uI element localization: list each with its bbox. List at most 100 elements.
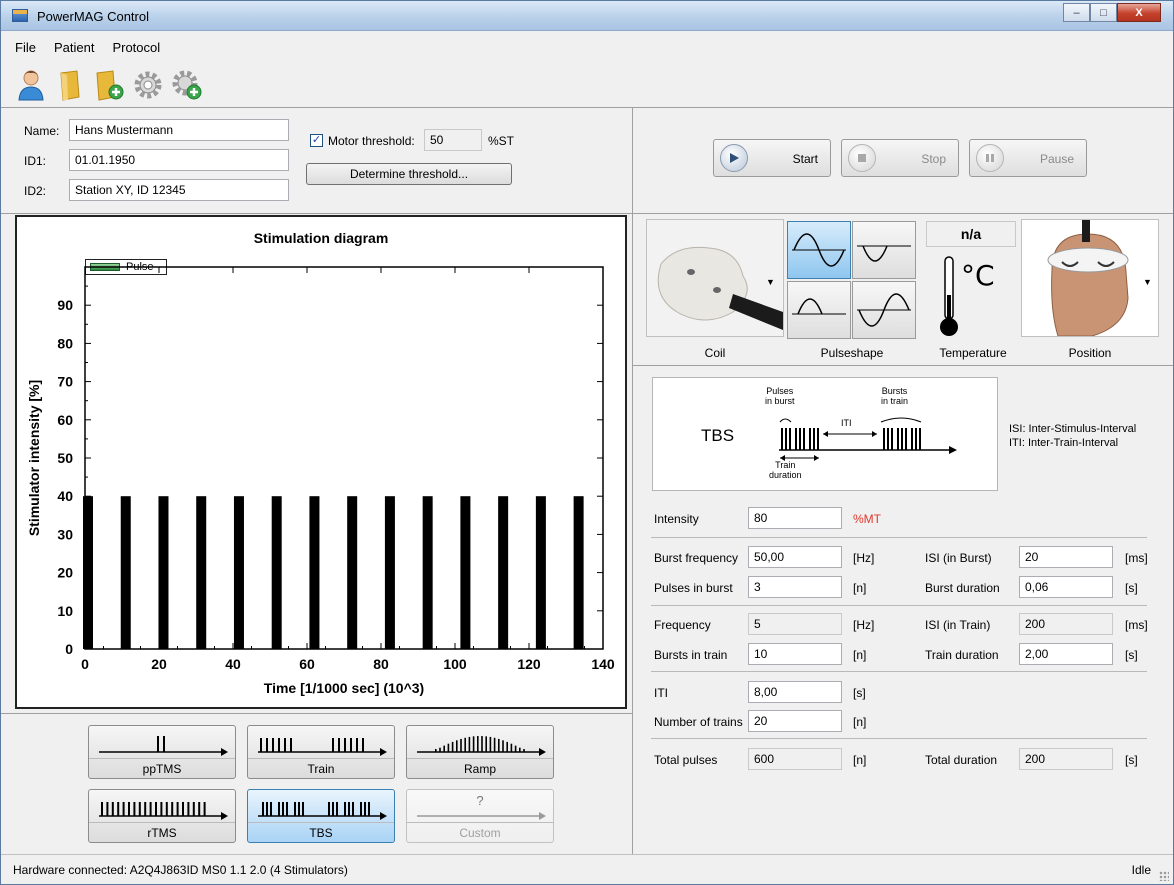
status-state: Idle [1131, 863, 1151, 877]
mode-custom-button[interactable]: ? Custom [406, 789, 554, 843]
pulseshape-positive-button[interactable] [787, 281, 851, 339]
open-folder-icon[interactable] [52, 67, 88, 103]
coil-image[interactable] [646, 219, 784, 337]
close-button[interactable]: X [1117, 3, 1161, 22]
pulse-bar [573, 496, 584, 649]
maximize-button[interactable]: □ [1090, 3, 1117, 22]
rtms-pulse [122, 802, 125, 816]
pulseshape-label: Pulseshape [820, 346, 884, 360]
rtms-pulse [187, 802, 190, 816]
y-tick-label: 70 [57, 374, 73, 390]
motor-threshold-field[interactable]: 50 [424, 129, 482, 151]
pulse-bar [535, 496, 546, 649]
train-duration-param-label: Train duration [925, 648, 999, 662]
iti-param-label: ITI [654, 686, 668, 700]
burst-duration-label: Burst duration [925, 581, 1000, 595]
pulseshape-negative-button[interactable] [852, 221, 916, 279]
burst-frequency-unit: [Hz] [853, 551, 875, 565]
menu-patient[interactable]: Patient [54, 40, 94, 55]
pulseshape-biphasic-button[interactable] [787, 221, 851, 279]
y-tick-label: 10 [57, 603, 73, 619]
mode-train-button[interactable]: Train [247, 725, 395, 779]
position-image[interactable] [1021, 219, 1159, 337]
isi-train-label: ISI (in Train) [925, 618, 991, 632]
mode-tbs-button[interactable]: TBS [247, 789, 395, 843]
patient-icon[interactable] [13, 67, 49, 103]
total-pulses-unit: [n] [853, 753, 867, 767]
pause-icon [976, 144, 1004, 172]
position-dropdown-icon[interactable]: ▼ [1143, 277, 1152, 287]
ramp-pulse [460, 738, 462, 752]
intensity-field[interactable]: 80 [748, 507, 842, 529]
play-icon [720, 144, 748, 172]
mode-pptms-button[interactable]: ppTMS [88, 725, 236, 779]
start-button[interactable]: Start [713, 139, 831, 177]
pptms-graphic [99, 736, 228, 756]
mode-ramp-button[interactable]: Ramp [406, 725, 554, 779]
total-pulses-field[interactable]: 600 [748, 748, 842, 770]
custom-question-icon: ? [476, 793, 484, 808]
train-duration-field[interactable]: 2,00 [1019, 643, 1113, 665]
new-folder-icon[interactable] [91, 67, 127, 103]
pulse-bar [120, 496, 131, 649]
train-graphic [258, 738, 387, 756]
train-duration-unit: [s] [1125, 648, 1138, 662]
number-of-trains-field[interactable]: 20 [748, 710, 842, 732]
ramp-pulse [493, 737, 496, 752]
determine-threshold-button[interactable]: Determine threshold... [306, 163, 512, 185]
isi-burst-unit: [ms] [1125, 551, 1148, 565]
app-icon [12, 9, 28, 22]
frequency-field[interactable]: 5 [748, 613, 842, 635]
rtms-pulse [111, 802, 114, 816]
minimize-button[interactable]: – [1063, 3, 1090, 22]
y-tick-label: 80 [57, 335, 73, 351]
pulse-bar [196, 496, 207, 649]
name-field[interactable]: Hans Mustermann [69, 119, 289, 141]
motor-threshold-checkbox[interactable]: ✓ [310, 134, 323, 147]
stop-button[interactable]: Stop [841, 139, 959, 177]
pulse-bar [384, 496, 395, 649]
bursts-in-train-unit: [n] [853, 648, 867, 662]
pulseshape-inverted-biphasic-button[interactable] [852, 281, 916, 339]
bursts-in-train-field[interactable]: 10 [748, 643, 842, 665]
add-gear-icon[interactable] [169, 67, 205, 103]
pulses-in-burst-unit: [n] [853, 581, 867, 595]
mode-panel: ppTMS Train Ramp rTMS TBS ? Custom [85, 723, 555, 847]
x-tick-label: 80 [373, 656, 389, 672]
title-bar: PowerMAG Control – □ X [1, 1, 1173, 31]
rtms-pulse [117, 802, 120, 816]
ramp-pulse [514, 745, 517, 752]
pause-button[interactable]: Pause [969, 139, 1087, 177]
ramp-pulse [472, 736, 475, 752]
isi-burst-field[interactable]: 20 [1019, 546, 1113, 568]
total-pulses-label: Total pulses [654, 753, 718, 767]
menu-file[interactable]: File [15, 40, 36, 55]
pulses-in-burst-field[interactable]: 3 [748, 576, 842, 598]
config-divider [633, 365, 1173, 366]
params-divider-2 [651, 605, 1147, 606]
ramp-pulse [485, 736, 487, 752]
rtms-pulse [176, 802, 179, 816]
pulse-bar [347, 496, 358, 649]
coil-label: Coil [704, 346, 726, 360]
ramp-pulse [506, 741, 508, 752]
rtms-pulse [171, 802, 174, 816]
resize-grip-icon[interactable] [1159, 871, 1169, 881]
x-axis-label: Time [1/1000 sec] (10^3) [264, 680, 424, 696]
diagram-divider [1, 713, 632, 714]
pulse-bar [498, 496, 509, 649]
id1-field[interactable]: 01.01.1950 [69, 149, 289, 171]
coil-dropdown-icon[interactable]: ▼ [766, 277, 775, 287]
isi-train-field[interactable]: 200 [1019, 613, 1113, 635]
total-duration-field[interactable]: 200 [1019, 748, 1113, 770]
name-label: Name: [24, 124, 60, 138]
total-duration-label: Total duration [925, 753, 998, 767]
id2-field[interactable]: Station XY, ID 12345 [69, 179, 289, 201]
settings-gear-icon[interactable] [130, 67, 166, 103]
burst-frequency-field[interactable]: 50,00 [748, 546, 842, 568]
mode-rtms-button[interactable]: rTMS [88, 789, 236, 843]
burst-duration-field[interactable]: 0,06 [1019, 576, 1113, 598]
iti-field[interactable]: 8,00 [748, 681, 842, 703]
menu-protocol[interactable]: Protocol [112, 40, 160, 55]
status-hardware: Hardware connected: A2Q4J863ID MS0 1.1 2… [13, 863, 348, 877]
